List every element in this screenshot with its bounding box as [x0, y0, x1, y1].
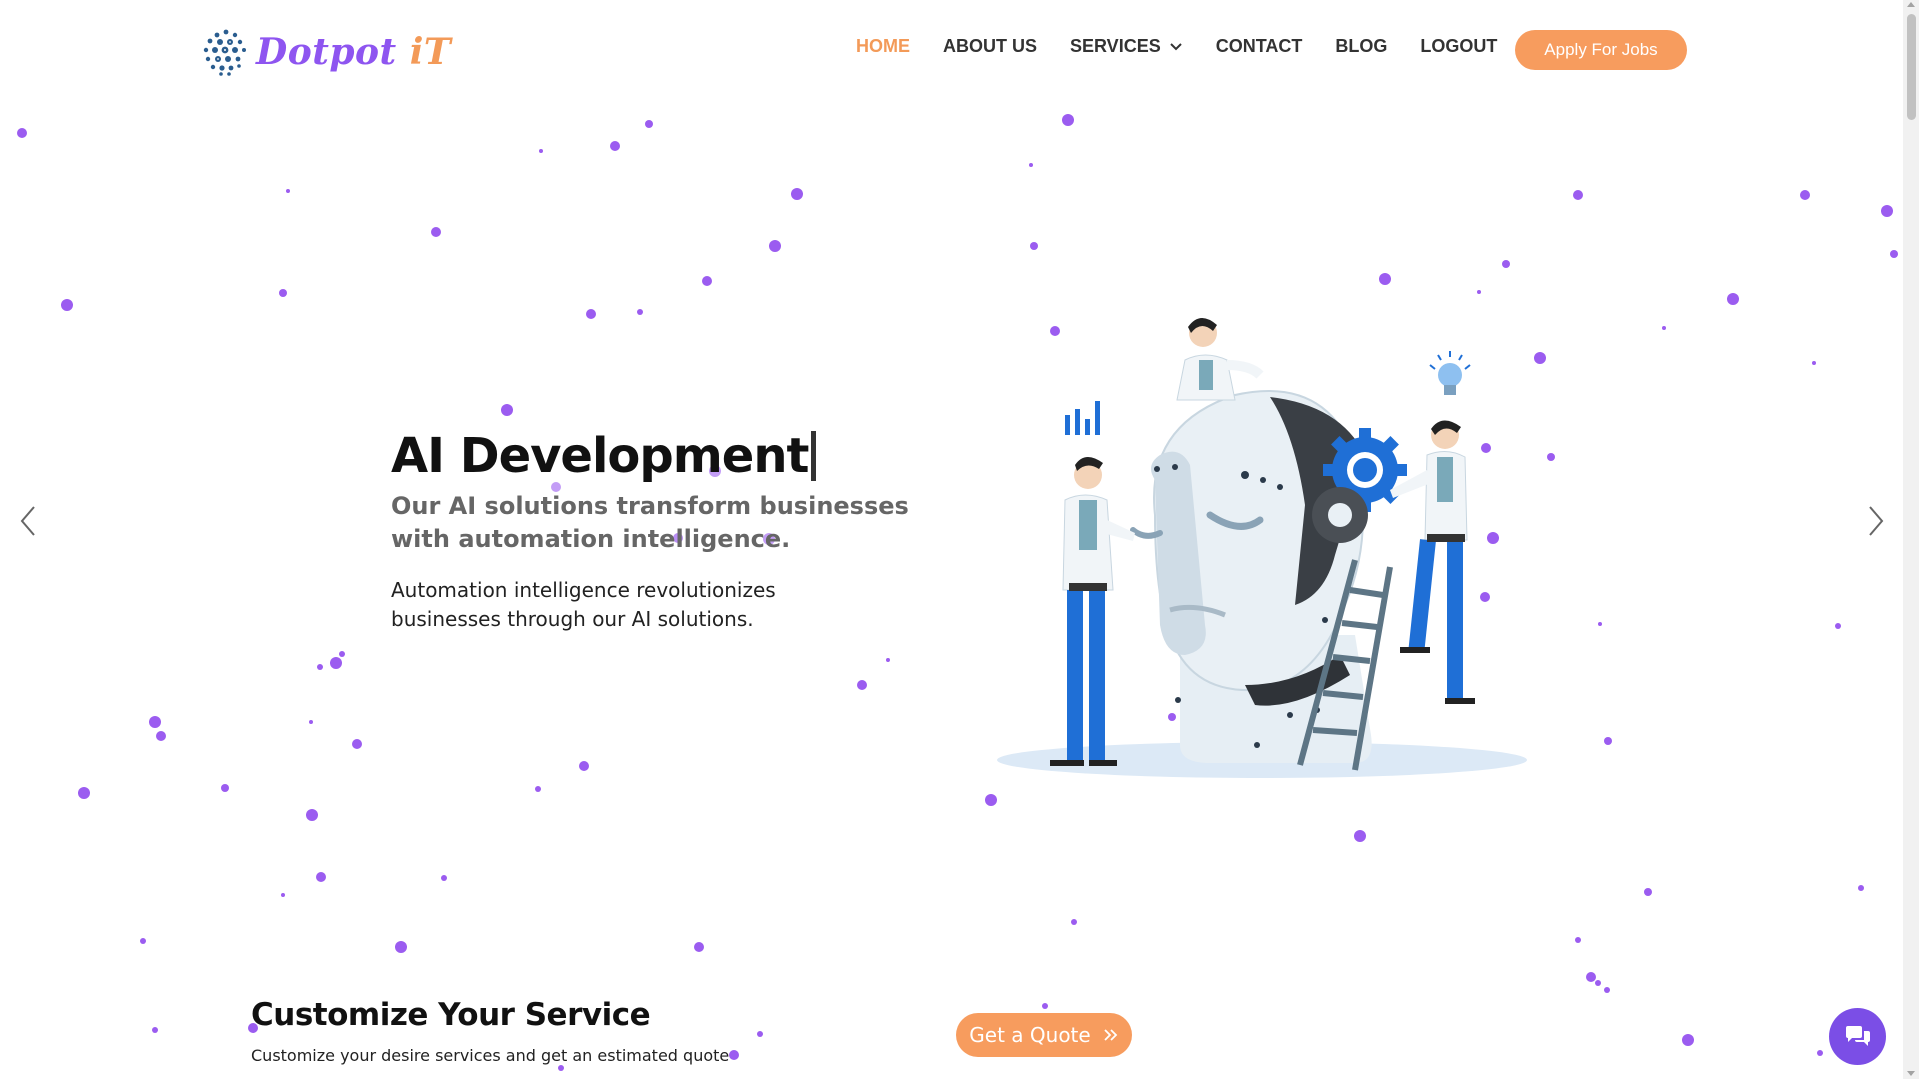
- chevron-right-icon[interactable]: [1864, 503, 1888, 539]
- chevron-left-icon[interactable]: [16, 503, 40, 539]
- site-header: Dotpot iT HOME ABOUT US SERVICES CONTACT…: [0, 0, 1903, 100]
- scroll-down-arrow-icon[interactable]: [1907, 1071, 1915, 1076]
- scroll-thumb[interactable]: [1907, 14, 1916, 120]
- hero-title: AI Development: [391, 428, 817, 484]
- nav-about-us[interactable]: ABOUT US: [943, 36, 1037, 57]
- double-chevron-right-icon: [1104, 1029, 1117, 1041]
- main-nav: HOME ABOUT US SERVICES CONTACT BLOG LOGO…: [856, 36, 1530, 57]
- nav-services[interactable]: SERVICES: [1070, 36, 1183, 57]
- chevron-down-icon: [1169, 42, 1182, 50]
- particle-background: [17, 114, 1898, 1071]
- scroll-up-arrow-icon[interactable]: [1907, 2, 1915, 7]
- hero-subtitle: Our AI solutions transform businesses wi…: [391, 492, 909, 553]
- nav-contact[interactable]: CONTACT: [1216, 36, 1303, 57]
- logo[interactable]: Dotpot iT: [200, 24, 451, 80]
- logo-text: Dotpot iT: [256, 31, 452, 73]
- apply-for-jobs-button[interactable]: Apply For Jobs: [1515, 30, 1687, 70]
- nav-home[interactable]: HOME: [856, 36, 910, 57]
- customize-title: Customize Your Service: [251, 997, 651, 1033]
- page-scrollbar[interactable]: [1903, 0, 1919, 1079]
- customize-subtitle: Customize your desire services and get a…: [251, 1046, 730, 1065]
- ai-development-illustration: [997, 317, 1527, 778]
- get-a-quote-button[interactable]: Get a Quote: [956, 1013, 1132, 1057]
- hero-description: Automation intelligence revolutionizes b…: [391, 578, 776, 631]
- globe-dots-icon: [203, 29, 246, 76]
- chat-bubbles-icon: [1845, 1025, 1870, 1046]
- chat-button[interactable]: [1829, 1008, 1886, 1065]
- nav-blog[interactable]: BLOG: [1335, 36, 1387, 57]
- nav-logout[interactable]: LOGOUT: [1420, 36, 1497, 57]
- typing-cursor: [811, 431, 817, 481]
